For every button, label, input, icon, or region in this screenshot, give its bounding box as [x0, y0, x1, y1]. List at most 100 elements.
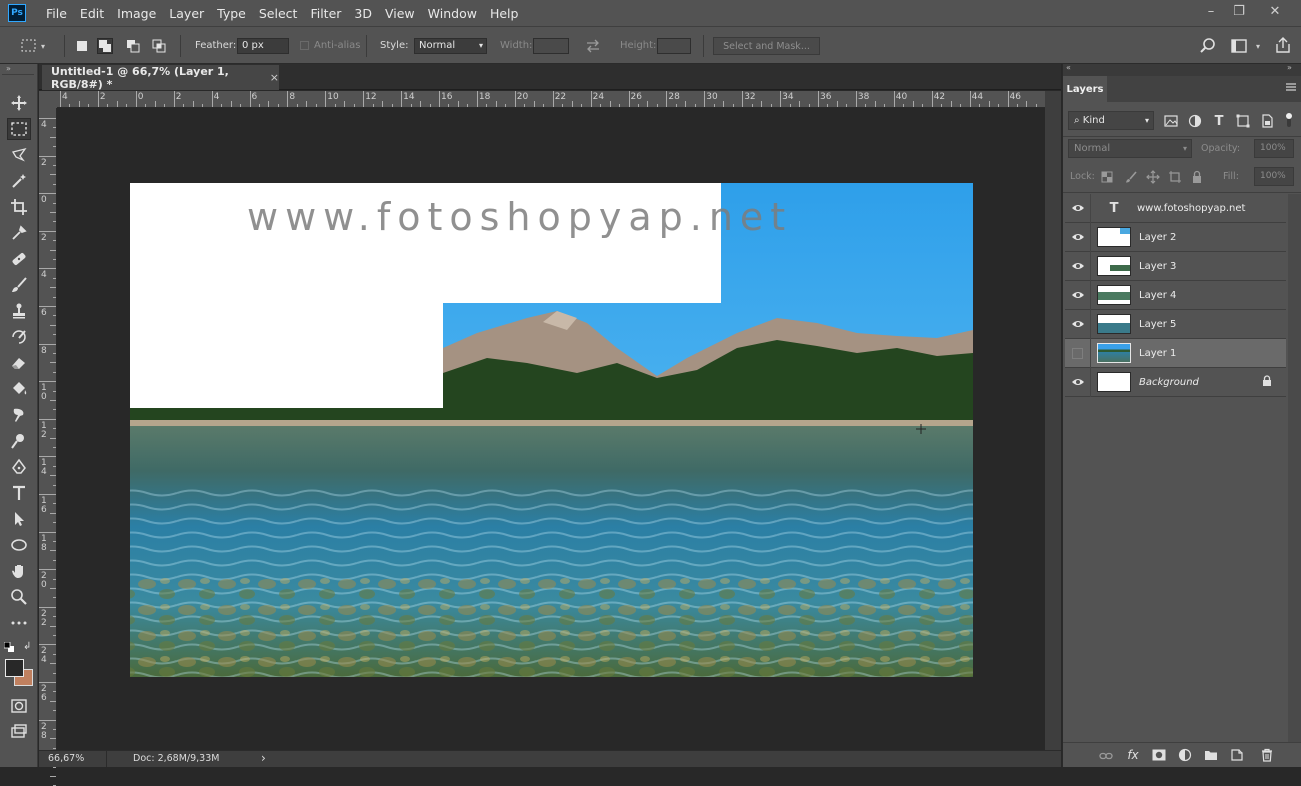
pen-tool[interactable] [7, 456, 31, 478]
quick-mask-button[interactable] [7, 695, 31, 717]
menu-edit[interactable]: Edit [80, 6, 104, 21]
subtract-selection-button[interactable] [125, 38, 141, 54]
menu-help[interactable]: Help [490, 6, 519, 21]
menu-window[interactable]: Window [428, 6, 477, 21]
layer-row-layer-2[interactable]: Layer 2 [1065, 222, 1286, 252]
new-selection-button[interactable] [74, 38, 90, 54]
status-menu-arrow-icon[interactable]: › [261, 751, 266, 765]
filter-toggle[interactable] [1285, 112, 1293, 128]
rect-marquee-tool[interactable] [7, 118, 31, 140]
menu-select[interactable]: Select [259, 6, 298, 21]
ellipse-tool[interactable] [7, 534, 31, 556]
filter-kind-select[interactable]: ⌕ Kind ▾ [1068, 111, 1154, 130]
add-mask-button[interactable] [1151, 747, 1167, 763]
filter-smart-object-button[interactable] [1259, 113, 1275, 129]
hand-tool[interactable] [7, 560, 31, 582]
antialias-checkbox[interactable] [300, 41, 309, 50]
visibility-toggle[interactable] [1065, 222, 1091, 252]
add-selection-button[interactable] [97, 38, 113, 54]
layer-row-layer-5[interactable]: Layer 5 [1065, 309, 1286, 339]
filter-type-button[interactable]: T [1211, 113, 1227, 129]
vertical-scrollbar[interactable] [1045, 91, 1061, 750]
move-tool[interactable] [7, 92, 31, 114]
link-layers-button[interactable] [1098, 748, 1114, 764]
workspace-switcher[interactable]: ▾ [1230, 37, 1266, 55]
menu-filter[interactable]: Filter [310, 6, 341, 21]
blend-mode-select[interactable]: Normal ▾ [1068, 139, 1192, 158]
visibility-toggle[interactable] [1065, 251, 1091, 281]
menu-file[interactable]: File [46, 6, 67, 21]
eraser-tool[interactable] [7, 352, 31, 374]
swap-colors-icon[interactable]: ↲ [23, 641, 35, 653]
document-canvas[interactable]: www.fotoshopyap.net [57, 108, 1045, 750]
screen-mode-button[interactable] [7, 721, 31, 743]
history-brush-tool[interactable] [7, 326, 31, 348]
paint-bucket-tool[interactable] [7, 378, 31, 400]
close-tab-icon[interactable]: × [270, 71, 279, 84]
path-selection-tool[interactable] [7, 508, 31, 530]
foreground-color-swatch[interactable] [5, 659, 24, 677]
share-button[interactable] [1274, 36, 1292, 54]
opacity-input[interactable]: 100% [1254, 139, 1294, 158]
fill-input[interactable]: 100% [1254, 167, 1294, 186]
visibility-toggle[interactable] [1065, 193, 1091, 223]
lock-transparent-button[interactable] [1099, 169, 1115, 185]
minimize-button[interactable]: – [1196, 0, 1226, 22]
clone-stamp-tool[interactable] [7, 300, 31, 322]
ruler-origin[interactable] [39, 91, 57, 108]
layer-row-layer-1[interactable]: Layer 1 [1065, 338, 1286, 368]
vertical-ruler[interactable]: 42024681 01 21 41 61 82 02 22 42 62 83 [39, 108, 57, 786]
collapse-panels-icon[interactable]: » [1287, 63, 1292, 72]
filter-shape-button[interactable] [1235, 113, 1251, 129]
lock-pixels-button[interactable] [1123, 169, 1139, 185]
menu-layer[interactable]: Layer [169, 6, 204, 21]
visibility-toggle[interactable] [1065, 367, 1091, 397]
expand-panels-left-icon[interactable]: « [1066, 63, 1071, 72]
layer-row-layer-4[interactable]: Layer 4 [1065, 280, 1286, 310]
feather-input[interactable]: 0 px [237, 38, 289, 54]
horizontal-ruler[interactable]: 4 2 0 2 4 6 8 10 12 14 16 18 20 22 24 26 28 30 32 34 36 38 40 4… [57, 91, 1075, 108]
panel-menu-button[interactable] [1285, 81, 1297, 93]
search-button[interactable] [1199, 37, 1217, 55]
zoom-tool[interactable] [7, 586, 31, 608]
healing-brush-tool[interactable] [7, 248, 31, 270]
lock-artboard-button[interactable] [1167, 169, 1183, 185]
menu-view[interactable]: View [385, 6, 415, 21]
layer-row-background[interactable]: Background [1065, 367, 1286, 397]
swap-dimensions-button[interactable] [584, 38, 602, 54]
visibility-toggle[interactable] [1065, 280, 1091, 310]
canvas-area[interactable]: www.fotoshopyap.net [57, 108, 1045, 750]
zoom-level[interactable]: 66,67% [48, 753, 84, 764]
layers-scrollbar[interactable] [1288, 194, 1301, 742]
layers-tab[interactable]: Layers [1063, 76, 1107, 102]
tool-preset-picker[interactable]: ▾ [20, 37, 54, 55]
brush-tool[interactable] [7, 274, 31, 296]
filter-adjustment-button[interactable] [1187, 113, 1203, 129]
default-colors-button[interactable] [3, 641, 14, 652]
menu-image[interactable]: Image [117, 6, 156, 21]
close-window-button[interactable]: ✕ [1260, 0, 1290, 22]
restore-button[interactable]: ❐ [1224, 0, 1254, 22]
visibility-toggle[interactable] [1065, 338, 1091, 368]
lock-all-button[interactable] [1189, 169, 1205, 185]
type-tool[interactable] [7, 482, 31, 504]
new-group-button[interactable] [1203, 747, 1219, 763]
width-input[interactable] [533, 38, 569, 54]
document-tab[interactable]: Untitled-1 @ 66,7% (Layer 1, RGB/8#) * × [42, 65, 279, 91]
visibility-toggle[interactable] [1065, 309, 1091, 339]
eyedropper-tool[interactable] [7, 222, 31, 244]
edit-toolbar-button[interactable] [7, 612, 31, 634]
lasso-tool[interactable] [7, 144, 31, 166]
magic-wand-tool[interactable] [7, 170, 31, 192]
layer-style-button[interactable]: fx [1125, 747, 1141, 763]
new-layer-button[interactable] [1229, 747, 1245, 763]
delete-layer-button[interactable] [1259, 747, 1275, 763]
collapse-tools-icon[interactable]: » [6, 64, 11, 73]
lock-position-button[interactable] [1145, 169, 1161, 185]
select-and-mask-button[interactable]: Select and Mask... [713, 37, 820, 55]
menu-type[interactable]: Type [217, 6, 246, 21]
layer-row-text[interactable]: T www.fotoshopyap.net [1065, 193, 1286, 223]
crop-tool[interactable] [7, 196, 31, 218]
style-select[interactable]: Normal ▾ [414, 38, 487, 54]
smudge-tool[interactable] [7, 404, 31, 426]
